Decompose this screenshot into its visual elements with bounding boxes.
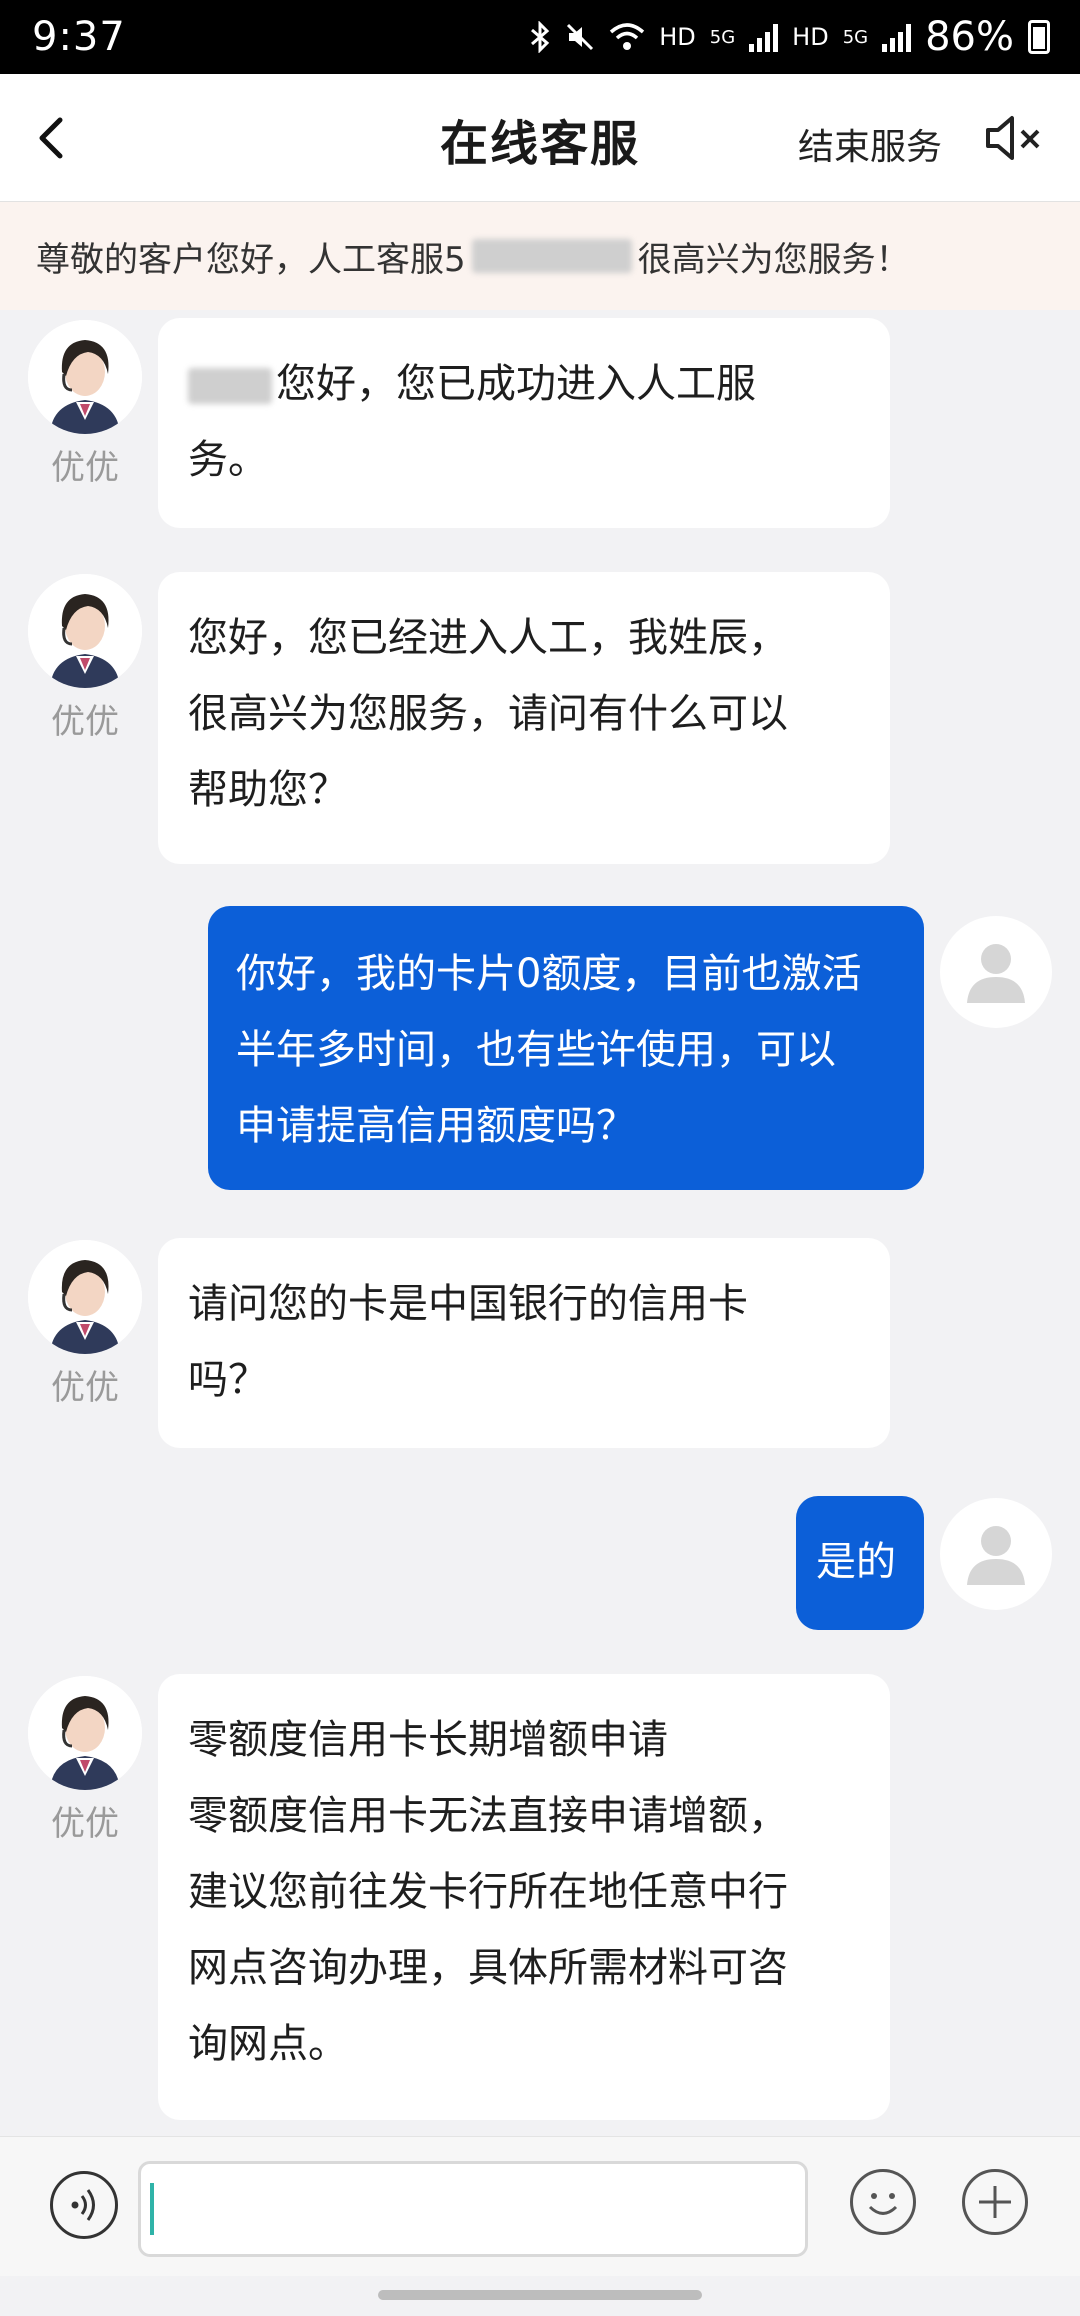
user-avatar[interactable] <box>940 916 1052 1028</box>
message-line: 零额度信用卡无法直接申请增额， <box>188 1793 788 1839</box>
user-avatar[interactable] <box>940 1498 1052 1610</box>
message-line: 请问您的卡是中国银行的信用卡 <box>188 1281 748 1327</box>
message-line: 很高兴为您服务，请问有什么可以 <box>188 691 788 737</box>
wifi-icon <box>610 23 645 50</box>
home-indicator[interactable] <box>378 2290 702 2300</box>
message-bubble[interactable]: 您好，您已成功进入人工服 务。 <box>158 318 890 528</box>
message-line: 半年多时间，也有些许使用，可以 <box>236 1027 836 1073</box>
signal-icon-1 <box>749 22 779 52</box>
message-line: 您好，您已成功进入人工服 <box>188 346 860 422</box>
message-line: 网点咨询办理，具体所需材料可咨 <box>188 1945 788 1991</box>
message-line: 零额度信用卡长期增额申请 <box>188 1717 668 1763</box>
smiley-icon <box>868 2193 898 2215</box>
text-caret <box>150 2183 154 2235</box>
speaker-mute-icon[interactable] <box>984 114 1044 162</box>
agent-name: 优优 <box>51 702 119 742</box>
agent-avatar-icon <box>28 1240 142 1354</box>
user-avatar-icon <box>967 1526 1025 1585</box>
message-bubble[interactable]: 零额度信用卡长期增额申请 零额度信用卡无法直接申请增额， 建议您前往发卡行所在地… <box>158 1674 890 2120</box>
more-button[interactable] <box>962 2169 1028 2235</box>
agent-avatar[interactable] <box>28 1240 142 1354</box>
message-bubble[interactable]: 你好，我的卡片0额度，目前也激活 半年多时间，也有些许使用，可以 申请提高信用额… <box>208 906 924 1190</box>
user-avatar-icon <box>967 944 1025 1003</box>
emoji-button[interactable] <box>850 2169 916 2235</box>
redacted-name <box>188 368 272 404</box>
agent-avatar-icon <box>28 1676 142 1790</box>
agent-name: 优优 <box>51 1804 119 1844</box>
bluetooth-icon <box>531 21 550 53</box>
vibrate-mute-icon <box>567 23 594 51</box>
agent-avatar[interactable] <box>28 320 142 434</box>
input-bar <box>0 2136 1080 2276</box>
message-line: 是的 <box>816 1539 896 1585</box>
voice-button[interactable] <box>50 2171 118 2239</box>
message-line: 建议您前往发卡行所在地任意中行 <box>188 1869 788 1915</box>
hd-label-2: HD <box>792 23 829 51</box>
agent-avatar-icon <box>28 320 142 434</box>
network-label-2: 5G <box>842 26 869 48</box>
battery-percent: 86% <box>925 14 1014 60</box>
message-line: 帮助您？ <box>188 767 348 813</box>
status-icons: HD 5G HD 5G 86% <box>529 14 1050 60</box>
message-bubble[interactable]: 是的 <box>796 1496 924 1630</box>
nav-bar: 在线客服 结束服务 <box>0 74 1080 202</box>
message-input[interactable] <box>138 2161 808 2257</box>
voice-icon <box>71 2189 95 2221</box>
notice-prefix: 尊敬的客户您好，人工客服5 <box>36 239 466 280</box>
message-line: 申请提高信用额度吗？ <box>236 1103 636 1149</box>
chat-area[interactable]: 优优 您好，您已成功进入人工服 务。 优优 您好，您已经进入人工，我姓辰， 很高… <box>0 310 1080 2136</box>
network-label-1: 5G <box>709 26 736 48</box>
notice-suffix: 很高兴为您服务！ <box>637 239 910 280</box>
plus-icon <box>979 2186 1011 2218</box>
message-line: 你好，我的卡片0额度，目前也激活 <box>236 951 862 997</box>
agent-avatar[interactable] <box>28 574 142 688</box>
message-line: 吗？ <box>188 1357 268 1403</box>
message-line: 务。 <box>188 437 268 483</box>
agent-name: 优优 <box>51 1368 119 1408</box>
signal-icon-2 <box>882 22 912 52</box>
agent-avatar-icon <box>28 574 142 688</box>
end-service-button[interactable]: 结束服务 <box>798 118 942 170</box>
message-bubble[interactable]: 请问您的卡是中国银行的信用卡 吗？ <box>158 1238 890 1448</box>
message-bubble[interactable]: 您好，您已经进入人工，我姓辰， 很高兴为您服务，请问有什么可以 帮助您？ <box>158 572 890 864</box>
redacted-agent-id <box>471 239 632 273</box>
message-line: 询网点。 <box>188 2021 348 2067</box>
status-bar: 9:37 HD 5G HD 5G 86% <box>0 0 1080 74</box>
agent-avatar[interactable] <box>28 1676 142 1790</box>
notice-banner: 尊敬的客户您好，人工客服5 很高兴为您服务！ <box>0 202 1080 310</box>
message-line: 您好，您已经进入人工，我姓辰， <box>188 615 788 661</box>
status-time: 9:37 <box>32 14 126 60</box>
agent-name: 优优 <box>51 448 119 488</box>
hd-label-1: HD <box>659 23 696 51</box>
battery-icon <box>1028 20 1050 54</box>
